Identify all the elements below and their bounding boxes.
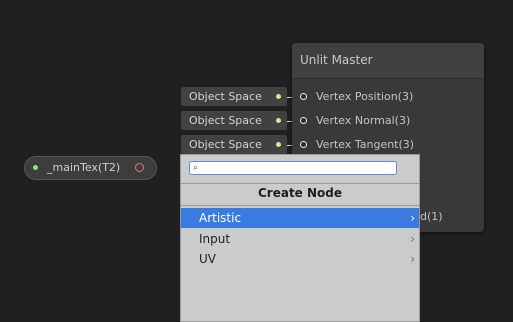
inline-input-label: Object Space [189,90,262,103]
input-port-icon[interactable] [300,141,307,148]
input-port-icon[interactable] [300,117,307,124]
menu-item-label: UV [199,252,216,266]
connection-dot-icon [276,94,281,99]
node-title: Unlit Master [292,43,484,79]
search-input[interactable] [206,162,386,174]
chevron-right-icon: › [410,211,415,225]
property-node-maintex[interactable]: _mainTex(T2) [24,156,157,180]
menu-item-artistic[interactable]: Artistic › [181,208,419,228]
create-node-popup[interactable]: ⌕ Create Node Artistic › Input › UV › [180,154,420,322]
search-icon: ⌕ [193,163,199,173]
menu-item-label: Input [199,232,231,246]
search-box[interactable]: ⌕ [189,161,397,175]
port-label: Vertex Position(3) [316,90,414,103]
inline-input-vertex-position[interactable]: Object Space [181,87,287,106]
divider [181,183,419,184]
port-label: Vertex Normal(3) [316,114,411,127]
divider [181,205,419,206]
inline-input-vertex-normal[interactable]: Object Space [181,111,287,130]
popup-title: Create Node [257,186,343,200]
port-label: Vertex Tangent(3) [316,138,415,151]
inline-input-label: Object Space [189,138,262,151]
chevron-right-icon: › [410,252,415,266]
menu-item-label: Artistic [199,211,242,225]
occluded-port-label: d(1) [420,210,443,223]
connection-dot-icon [276,118,281,123]
shader-graph-canvas[interactable]: _mainTex(T2) Object Space Object Space O… [0,0,513,322]
inline-input-vertex-tangent[interactable]: Object Space [181,135,287,154]
exposed-indicator-icon [33,165,38,170]
connection-dot-icon [276,142,281,147]
input-port-icon[interactable] [300,93,307,100]
menu-item-input[interactable]: Input › [181,229,419,249]
inline-input-label: Object Space [189,114,262,127]
menu-item-uv[interactable]: UV › [181,249,419,269]
chevron-right-icon: › [410,232,415,246]
output-port-icon[interactable] [135,163,144,172]
property-node-label: _mainTex(T2) [47,161,121,174]
